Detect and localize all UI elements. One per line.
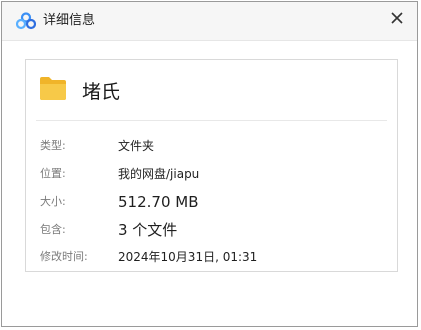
modified-label: 修改时间: [40,250,88,263]
details-dialog: 详细信息 堵氏 类型: 文件夹 位置: 我的网盘/jiapu 大小: 512.7… [1,1,418,327]
dialog-title: 详细信息 [43,13,96,28]
file-name: 堵氏 [82,81,121,103]
location-label: 位置: [40,167,66,180]
type-value: 文件夹 [118,139,155,153]
size-label: 大小: [40,195,66,208]
divider [36,120,387,121]
title-bar: 详细信息 [2,2,417,41]
type-label: 类型: [40,139,66,152]
size-value: 512.70 MB [118,193,199,211]
modified-value: 2024年10月31日, 01:31 [118,250,258,264]
contains-label: 包含: [40,223,66,236]
details-card: 堵氏 类型: 文件夹 位置: 我的网盘/jiapu 大小: 512.70 MB … [25,59,398,272]
contains-value: 3 个文件 [118,221,178,239]
folder-icon [38,74,68,102]
close-icon[interactable] [387,8,407,28]
location-value: 我的网盘/jiapu [118,167,200,181]
cloud-logo-icon [15,12,37,30]
